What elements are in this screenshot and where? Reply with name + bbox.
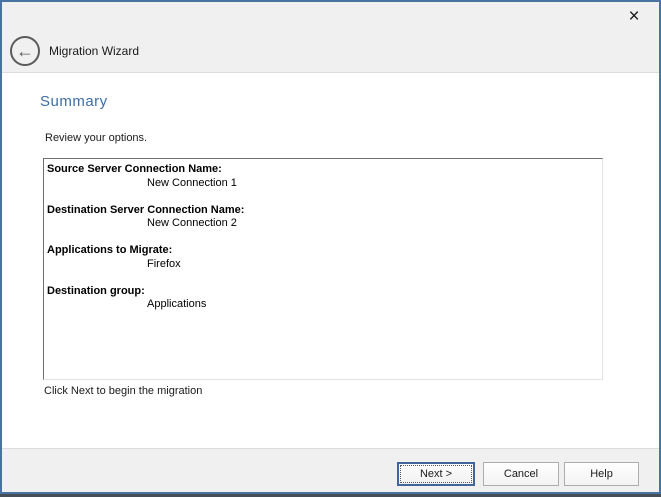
- summary-item-label: Source Server Connection Name:: [47, 163, 598, 177]
- close-icon: ×: [628, 7, 639, 26]
- summary-item-value: New Connection 2: [47, 217, 598, 231]
- instruction-text: Review your options.: [45, 132, 147, 144]
- cancel-button[interactable]: Cancel: [483, 462, 559, 486]
- migration-wizard-window: × ← Migration Wizard Summary Review your…: [0, 0, 661, 494]
- help-button[interactable]: Help: [564, 462, 639, 486]
- summary-item-label: Destination group:: [47, 285, 598, 299]
- summary-item-label: Destination Server Connection Name:: [47, 204, 598, 218]
- back-button[interactable]: ←: [10, 36, 40, 66]
- summary-item: Source Server Connection Name: New Conne…: [47, 163, 598, 190]
- content-area: Summary Review your options. Source Serv…: [2, 73, 659, 448]
- summary-item-label: Applications to Migrate:: [47, 244, 598, 258]
- summary-item-value: Applications: [47, 298, 598, 312]
- summary-item: Destination Server Connection Name: New …: [47, 204, 598, 231]
- summary-item-value: New Connection 1: [47, 177, 598, 191]
- summary-item: Destination group: Applications: [47, 285, 598, 312]
- wizard-header: ← Migration Wizard: [2, 30, 659, 73]
- summary-box[interactable]: Source Server Connection Name: New Conne…: [43, 158, 603, 380]
- title-bar: ×: [2, 2, 659, 30]
- next-button[interactable]: Next >: [397, 462, 475, 486]
- wizard-title: Migration Wizard: [49, 44, 139, 58]
- button-bar: Next > Cancel Help: [2, 448, 659, 492]
- footer-note: Click Next to begin the migration: [44, 385, 202, 397]
- summary-item: Applications to Migrate: Firefox: [47, 244, 598, 271]
- page-title: Summary: [40, 93, 108, 110]
- close-button[interactable]: ×: [619, 2, 649, 30]
- summary-item-value: Firefox: [47, 258, 598, 272]
- back-arrow-icon: ←: [16, 42, 34, 60]
